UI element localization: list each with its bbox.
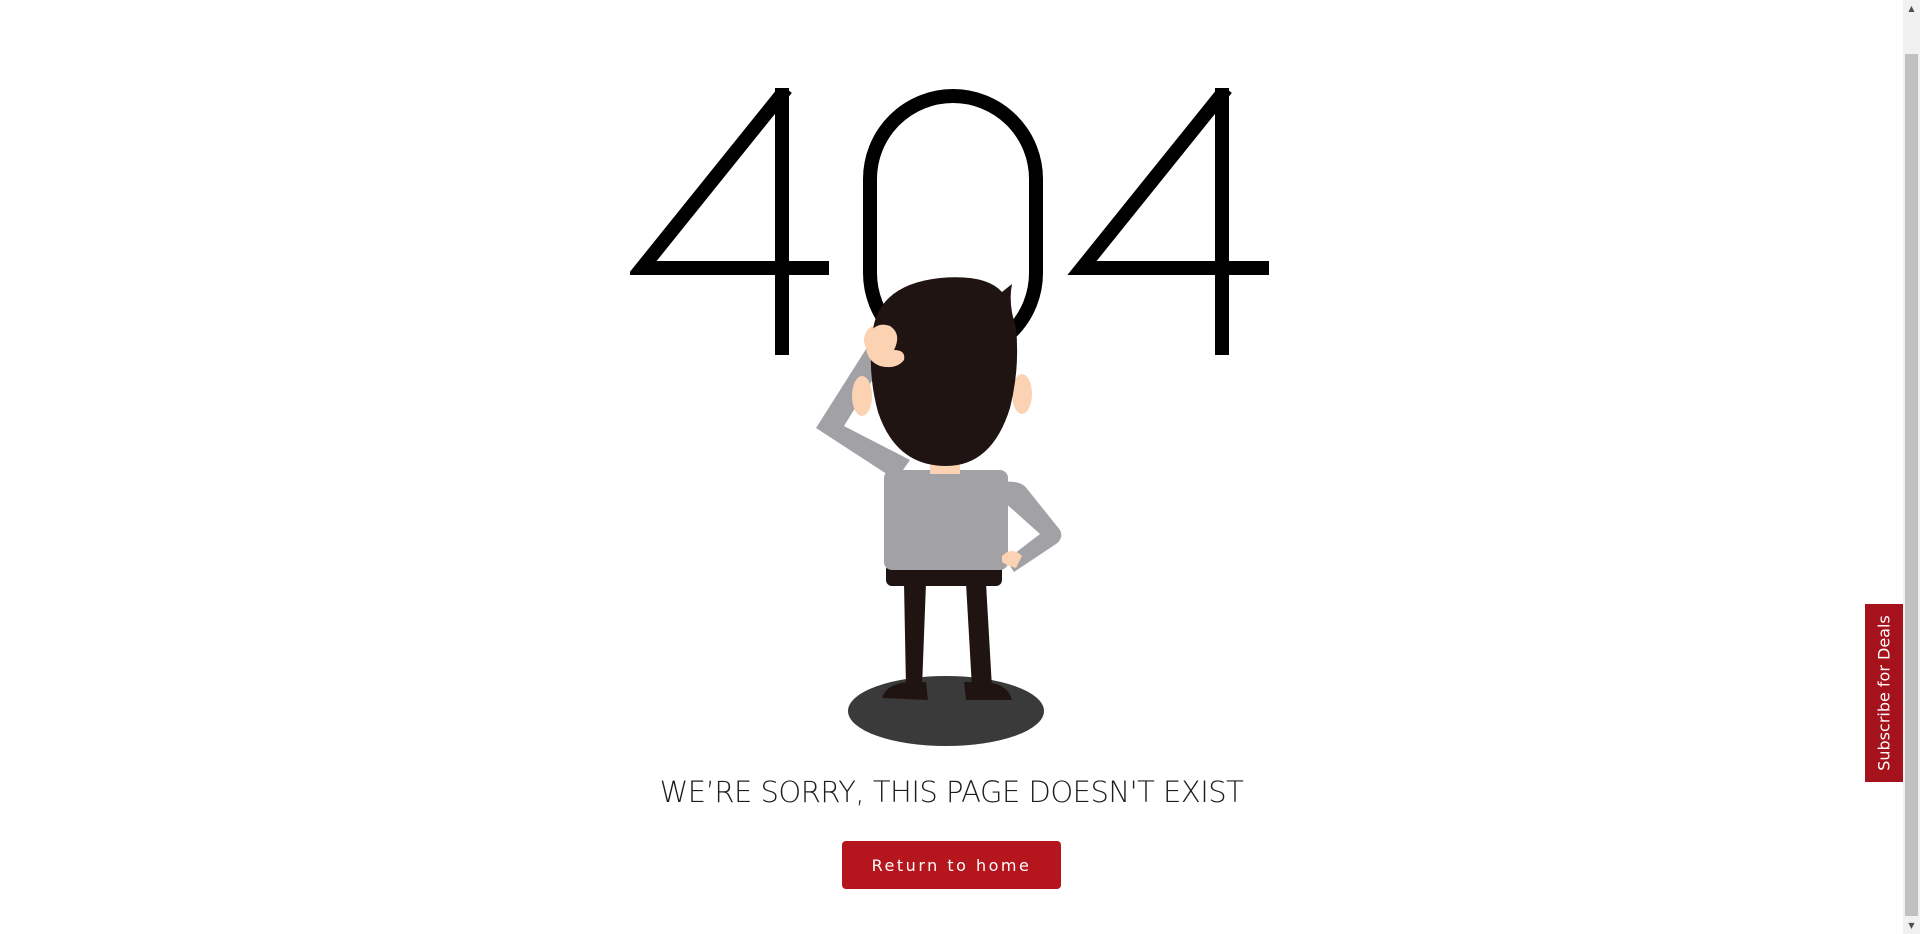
scrollbar-thumb[interactable] — [1905, 54, 1918, 916]
triangle-up-icon[interactable]: ▲ — [1903, 0, 1920, 17]
triangle-down-icon[interactable]: ▼ — [1903, 917, 1920, 934]
error-page: WE’RE SORRY, THIS PAGE DOESN'T EXIST Ret… — [0, 0, 1920, 934]
digit-four-right — [1067, 88, 1269, 355]
character-ear-left — [852, 376, 872, 416]
character-head — [870, 277, 1018, 466]
character-hip-arm — [1002, 481, 1062, 572]
subscribe-tab-label: Subscribe for Deals — [1874, 615, 1894, 771]
return-home-button[interactable]: Return to home — [842, 841, 1061, 889]
character-torso — [884, 470, 1008, 570]
error-message: WE’RE SORRY, THIS PAGE DOESN'T EXIST — [659, 775, 1244, 809]
404-illustration — [630, 88, 1269, 746]
digit-four-left — [630, 88, 829, 355]
vertical-scrollbar[interactable]: ▲ ▼ — [1903, 0, 1920, 934]
floor-shadow — [848, 676, 1044, 746]
subscribe-for-deals-tab[interactable]: Subscribe for Deals — [1865, 604, 1903, 782]
